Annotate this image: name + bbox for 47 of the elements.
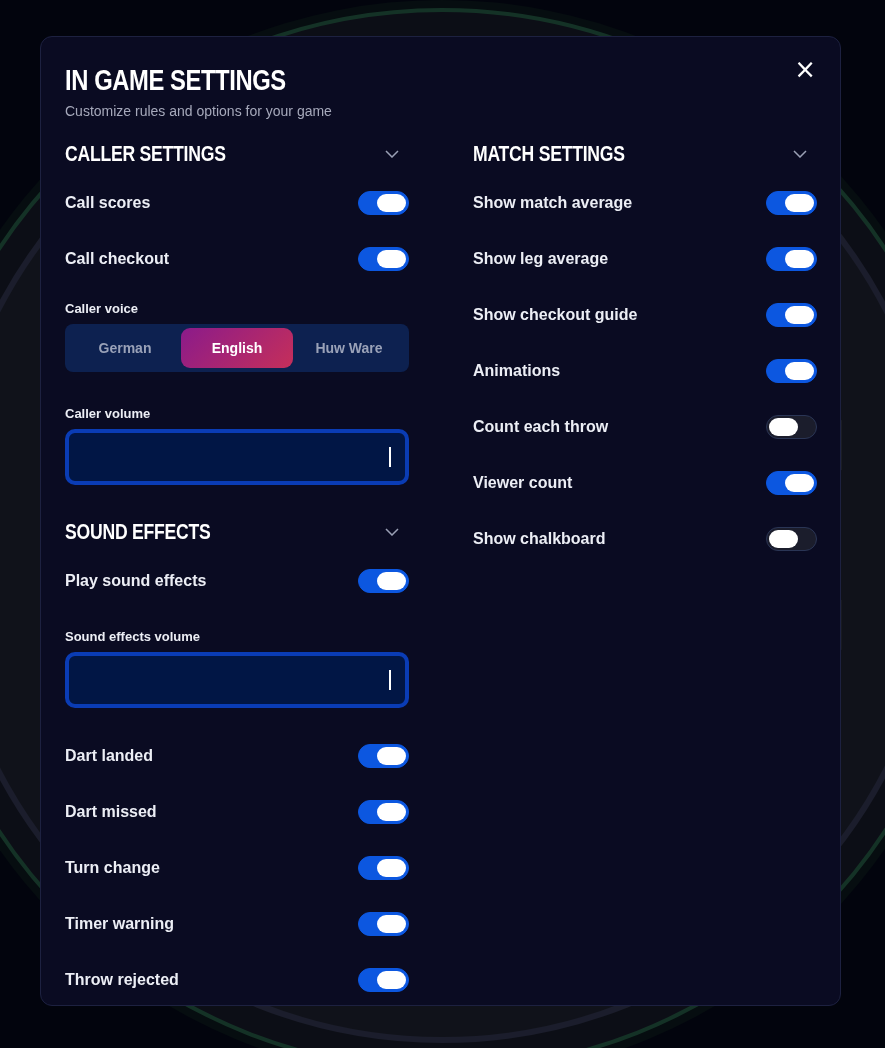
section-title: CALLER SETTINGS — [65, 141, 226, 167]
setting-label: Throw rejected — [65, 971, 179, 989]
voice-option[interactable]: English — [181, 328, 293, 368]
section-title: SOUND EFFECTS — [65, 519, 211, 545]
volume-slider[interactable] — [65, 429, 409, 485]
setting-label: Timer warning — [65, 915, 175, 933]
toggle-switch[interactable] — [358, 912, 409, 936]
setting-label: Caller voice — [65, 301, 139, 316]
toggle-switch[interactable] — [358, 569, 409, 593]
toggle-switch[interactable] — [358, 968, 409, 992]
setting-label: Show leg average — [473, 250, 609, 268]
toggle-switch[interactable] — [766, 191, 817, 215]
setting-label: Turn change — [65, 859, 160, 877]
voice-option[interactable]: German — [69, 328, 181, 368]
toggle-switch[interactable] — [358, 800, 409, 824]
toggle-switch[interactable] — [358, 191, 409, 215]
toggle-switch[interactable] — [766, 415, 817, 439]
setting-label: Viewer count — [473, 474, 573, 492]
toggle-switch[interactable] — [766, 247, 817, 271]
chevron-icon[interactable] — [385, 150, 399, 158]
setting-label: Call scores — [65, 194, 151, 212]
setting-label: Show chalkboard — [473, 530, 606, 548]
section-title: MATCH SETTINGS — [473, 141, 625, 167]
close-button[interactable]: × — [792, 57, 818, 81]
setting-label: Show checkout guide — [473, 306, 638, 324]
setting-label: Dart landed — [65, 747, 153, 765]
toggle-switch[interactable] — [766, 359, 817, 383]
dialog-title: IN GAME SETTINGS — [65, 63, 286, 97]
volume-slider[interactable] — [65, 652, 409, 708]
setting-label: Animations — [473, 362, 561, 380]
setting-label: Show match average — [473, 194, 633, 212]
toggle-switch[interactable] — [358, 744, 409, 768]
voice-option[interactable]: Huw Ware — [293, 328, 405, 368]
setting-label: Dart missed — [65, 803, 157, 821]
setting-label: Call checkout — [65, 250, 170, 268]
setting-label: Play sound effects — [65, 572, 207, 590]
toggle-switch[interactable] — [766, 303, 817, 327]
toggle-switch[interactable] — [358, 247, 409, 271]
toggle-switch[interactable] — [358, 856, 409, 880]
chevron-icon[interactable] — [385, 528, 399, 536]
setting-label: Count each throw — [473, 418, 609, 436]
setting-label: Sound effects volume — [65, 629, 202, 644]
chevron-icon[interactable] — [793, 150, 807, 158]
setting-label: Caller volume — [65, 406, 152, 421]
toggle-switch[interactable] — [766, 527, 817, 551]
dialog-subtitle: Customize rules and options for your game — [65, 103, 332, 119]
toggle-switch[interactable] — [766, 471, 817, 495]
